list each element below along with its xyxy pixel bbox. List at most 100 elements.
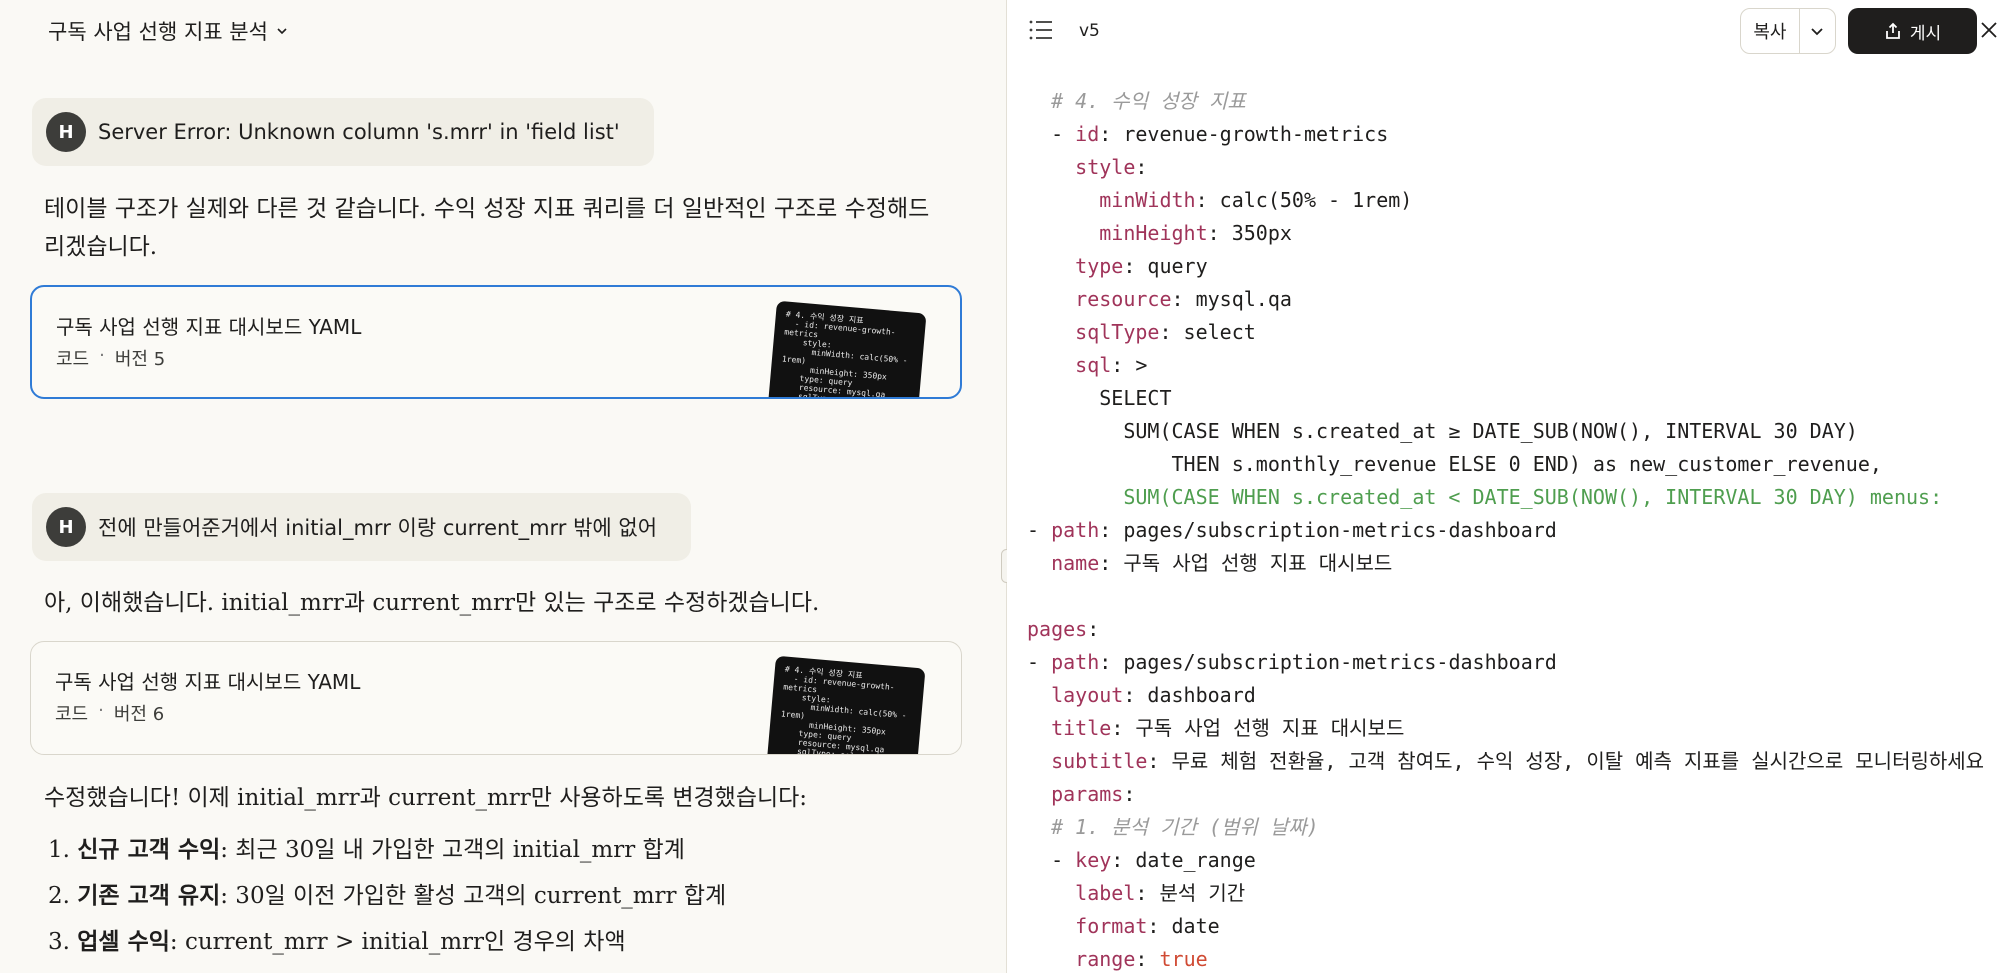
- copy-button-group: 복사: [1740, 8, 1836, 54]
- code-token: sqlType: [1075, 320, 1160, 344]
- code-line: THEN s.monthly_revenue ELSE 0 END) as ne…: [1027, 448, 1997, 481]
- code-token: THEN s.monthly_revenue ELSE 0 END) as ne…: [1027, 452, 1882, 476]
- list-item-text: : 최근 30일 내 가입한 고객의 initial_mrr 합계: [220, 837, 685, 863]
- code-token: layout: [1051, 683, 1124, 707]
- code-token: minWidth: [1099, 188, 1196, 212]
- code-token: :: [1135, 947, 1160, 971]
- code-token: # 1. 분석 기간 (범위 날짜): [1027, 815, 1319, 839]
- artifact-version: 버전 5: [114, 349, 166, 370]
- code-line: sql: >: [1027, 349, 1997, 382]
- code-token: :: [1123, 782, 1136, 806]
- code-line: minWidth: calc(50% - 1rem): [1027, 184, 1997, 217]
- chat-pane: 구독 사업 선행 지표 분석 H Server Error: Unknown c…: [0, 0, 1006, 973]
- avatar: H: [46, 112, 86, 152]
- artifact-meta: 코드 · 버전 5: [56, 345, 165, 371]
- copy-options-button[interactable]: [1800, 9, 1835, 53]
- code-token: true: [1159, 947, 1208, 971]
- list-item-text: : current_mrr > initial_mrr인 경우의 차액: [169, 929, 626, 955]
- code-token: : 분석 기간: [1135, 881, 1246, 905]
- assistant-list: 1. 신규 고객 수익: 최근 30일 내 가입한 고객의 initial_mr…: [48, 827, 948, 965]
- code-token: : 무료 체험 전환율, 고객 참여도, 수익 성장, 이탈 예측 지표를 실시…: [1147, 749, 1985, 773]
- code-line: title: 구독 사업 선행 지표 대시보드: [1027, 712, 1997, 745]
- code-token: resource: [1075, 287, 1172, 311]
- code-token: : pages/subscription-metrics-dashboard: [1099, 650, 1557, 674]
- code-line: SUM(CASE WHEN s.created_at < DATE_SUB(NO…: [1027, 481, 1997, 514]
- code-line: - path: pages/subscription-metrics-dashb…: [1027, 514, 1997, 547]
- artifact-type: 코드: [55, 704, 89, 725]
- list-item: 1. 신규 고객 수익: 최근 30일 내 가입한 고객의 initial_mr…: [48, 827, 948, 873]
- artifact-meta: 코드 · 버전 6: [55, 700, 164, 726]
- code-token: subtitle: [1051, 749, 1148, 773]
- code-line: SELECT: [1027, 382, 1997, 415]
- code-line: type: query: [1027, 250, 1997, 283]
- user-message-text: 전에 만들어준거에서 initial_mrr 이랑 current_mrr 밖에…: [98, 516, 658, 540]
- code-token: : revenue-growth-metrics: [1099, 122, 1389, 146]
- code-token: SUM(CASE WHEN s.created_at < DATE_SUB(NO…: [1027, 485, 1943, 509]
- code-token: sql: [1075, 353, 1112, 377]
- artifact-card[interactable]: 구독 사업 선행 지표 대시보드 YAML 코드 · 버전 6 # 4. 수익 …: [30, 641, 962, 755]
- close-icon[interactable]: [1978, 19, 2000, 41]
- code-token: : calc(50% - 1rem): [1195, 188, 1413, 212]
- artifact-title: 구독 사업 선행 지표 대시보드 YAML: [56, 315, 362, 339]
- code-token: SUM(CASE WHEN s.created_at ≥ DATE_SUB(NO…: [1027, 419, 1858, 443]
- code-token: key: [1075, 848, 1112, 872]
- publish-label: 게시: [1909, 23, 1942, 44]
- code-line: # 1. 분석 기간 (범위 날짜): [1027, 811, 1997, 844]
- code-line: layout: dashboard: [1027, 679, 1997, 712]
- list-item-text: : 30일 이전 가입한 활성 고객의 current_mrr 합계: [220, 883, 727, 909]
- list-number: 1.: [48, 837, 70, 863]
- chevron-down-icon: [1811, 28, 1824, 36]
- code-token: : dashboard: [1123, 683, 1256, 707]
- artifact-type: 코드: [56, 349, 90, 370]
- copy-button[interactable]: 복사: [1741, 9, 1800, 53]
- version-label[interactable]: v5: [1079, 18, 1100, 44]
- artifact-panel-header: v5 복사 게시: [1007, 0, 2000, 62]
- code-token: : pages/subscription-metrics-dashboard: [1099, 518, 1557, 542]
- conversation-title-button[interactable]: 구독 사업 선행 지표 분석: [48, 14, 288, 48]
- code-token: minHeight: [1099, 221, 1208, 245]
- code-token: : select: [1159, 320, 1256, 344]
- code-token: pages: [1027, 617, 1088, 641]
- artifact-title: 구독 사업 선행 지표 대시보드 YAML: [55, 670, 361, 694]
- code-line: - id: revenue-growth-metrics: [1027, 118, 1997, 151]
- code-token: range: [1075, 947, 1136, 971]
- code-line: # 4. 수익 성장 지표: [1027, 85, 1997, 118]
- thumbnail-code: # 4. 수익 성장 지표 - id: revenue-growth- metr…: [778, 309, 908, 399]
- conversation-title: 구독 사업 선행 지표 분석: [48, 20, 268, 44]
- avatar: H: [46, 507, 86, 547]
- code-line: label: 분석 기간: [1027, 877, 1997, 910]
- code-line: - key: date_range: [1027, 844, 1997, 877]
- code-token: -: [1027, 518, 1052, 542]
- chevron-down-icon: [277, 28, 287, 35]
- code-token: SELECT: [1027, 386, 1172, 410]
- list-menu-icon[interactable]: [1029, 19, 1053, 41]
- code-token: label: [1075, 881, 1136, 905]
- artifact-thumbnail: # 4. 수익 성장 지표 - id: revenue-growth- metr…: [766, 655, 926, 755]
- assistant-message: 아, 이해했습니다. initial_mrr과 current_mrr만 있는 …: [44, 590, 820, 616]
- code-token: : >: [1111, 353, 1148, 377]
- code-token: -: [1027, 650, 1052, 674]
- code-token: : query: [1123, 254, 1208, 278]
- artifact-card[interactable]: 구독 사업 선행 지표 대시보드 YAML 코드 · 버전 5 # 4. 수익 …: [30, 285, 962, 399]
- code-token: params: [1051, 782, 1124, 806]
- code-line: resource: mysql.qa: [1027, 283, 1997, 316]
- code-token: : date_range: [1111, 848, 1256, 872]
- code-token: type: [1075, 254, 1124, 278]
- thumbnail-code: # 4. 수익 성장 지표 - id: revenue-growth- metr…: [777, 664, 907, 755]
- code-line: - path: pages/subscription-metrics-dashb…: [1027, 646, 1997, 679]
- artifact-separator: ·: [98, 700, 104, 721]
- code-line: style:: [1027, 151, 1997, 184]
- code-token: path: [1051, 518, 1100, 542]
- publish-button[interactable]: 게시: [1848, 8, 1977, 54]
- list-item-bold: 업셀 수익: [77, 928, 170, 955]
- code-line: minHeight: 350px: [1027, 217, 1997, 250]
